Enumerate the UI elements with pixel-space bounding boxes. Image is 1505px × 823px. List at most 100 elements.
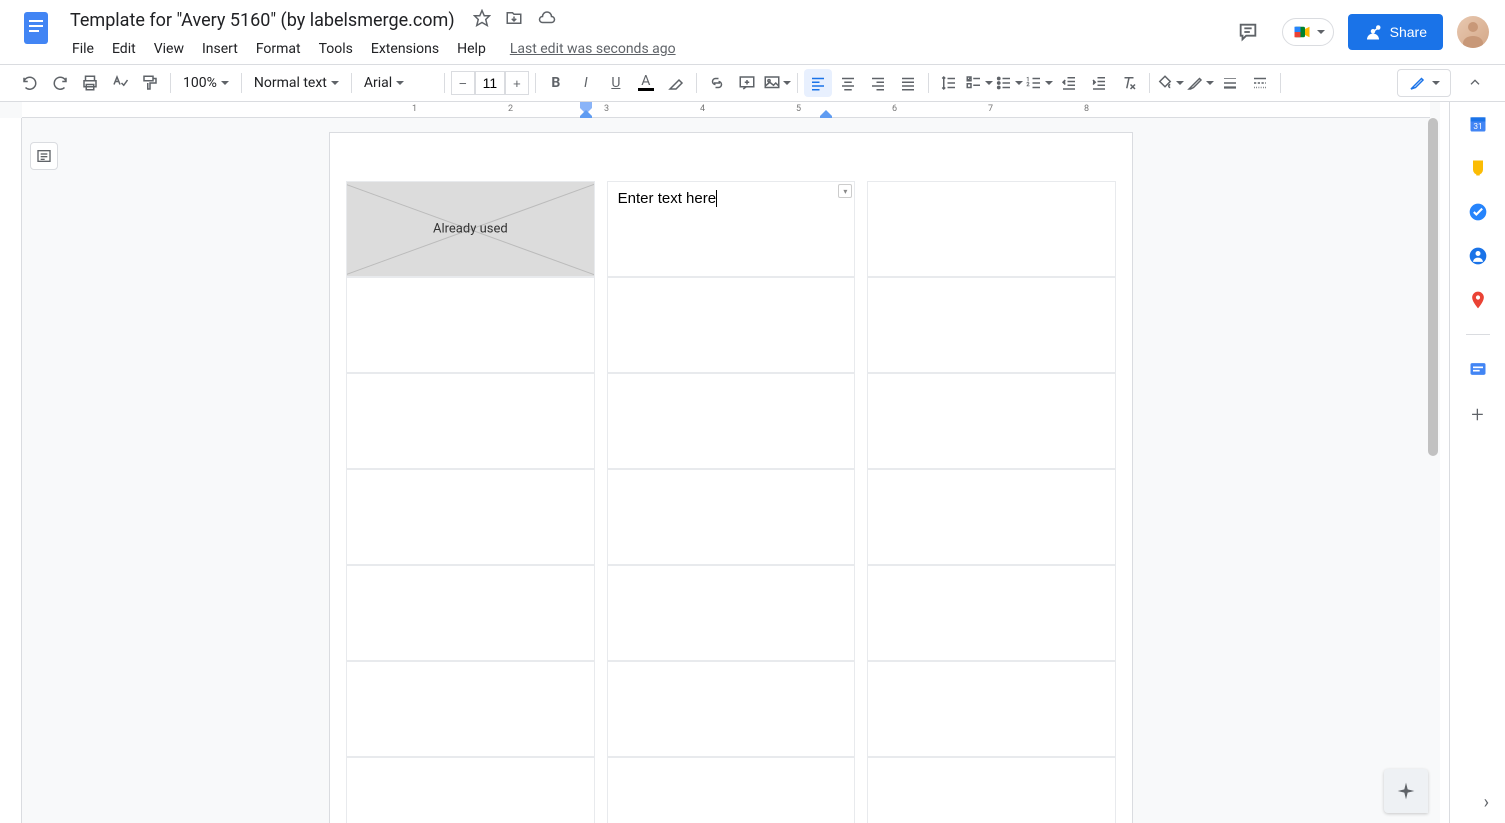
menu-file[interactable]: File xyxy=(64,37,102,61)
fontsize-increase[interactable]: + xyxy=(505,71,529,95)
menu-view[interactable]: View xyxy=(146,37,192,61)
line-spacing-button[interactable] xyxy=(935,69,963,97)
print-button[interactable] xyxy=(76,69,104,97)
vertical-ruler[interactable] xyxy=(0,118,22,823)
border-dash-button[interactable] xyxy=(1246,69,1274,97)
indent-button[interactable] xyxy=(1085,69,1113,97)
label-cell[interactable] xyxy=(346,277,595,373)
chevron-down-icon xyxy=(1432,81,1440,85)
checklist-button[interactable] xyxy=(965,69,993,97)
explore-button[interactable] xyxy=(1384,769,1428,813)
svg-text:2: 2 xyxy=(1026,82,1029,88)
addon-icon[interactable] xyxy=(1468,359,1488,379)
tasks-icon[interactable] xyxy=(1468,202,1488,222)
label-cell[interactable] xyxy=(607,469,856,565)
zoom-select[interactable]: 100% xyxy=(177,69,235,97)
border-color-button[interactable] xyxy=(1186,69,1214,97)
cell-options-button[interactable]: ▾ xyxy=(838,184,852,198)
undo-button[interactable] xyxy=(16,69,44,97)
label-cell[interactable] xyxy=(867,757,1116,823)
underline-button[interactable]: U xyxy=(602,69,630,97)
label-cell[interactable] xyxy=(867,469,1116,565)
chevron-down-icon xyxy=(985,81,993,85)
chevron-down-icon xyxy=(1176,81,1184,85)
document-page[interactable]: Already used Enter text here ▾ xyxy=(329,132,1133,823)
italic-button[interactable]: I xyxy=(572,69,600,97)
label-cell-used[interactable]: Already used xyxy=(346,181,595,277)
label-cell[interactable] xyxy=(867,565,1116,661)
horizontal-ruler[interactable]: 1 2 3 4 5 6 7 8 xyxy=(22,102,1430,118)
menu-extensions[interactable]: Extensions xyxy=(363,37,447,61)
account-avatar[interactable] xyxy=(1457,16,1489,48)
contacts-icon[interactable] xyxy=(1468,246,1488,266)
doc-title[interactable]: Template for "Avery 5160" (by labelsmerg… xyxy=(64,8,461,33)
label-cell[interactable] xyxy=(607,661,856,757)
chevron-down-icon xyxy=(331,81,339,85)
menu-help[interactable]: Help xyxy=(449,37,494,61)
align-right-button[interactable] xyxy=(864,69,892,97)
label-cell[interactable] xyxy=(346,757,595,823)
editing-mode-button[interactable] xyxy=(1397,69,1451,97)
text-color-button[interactable]: A xyxy=(632,69,660,97)
label-cell[interactable] xyxy=(346,469,595,565)
get-addons-button[interactable]: + xyxy=(1471,403,1483,428)
fill-color-button[interactable] xyxy=(1156,69,1184,97)
keep-icon[interactable] xyxy=(1468,158,1488,178)
align-center-button[interactable] xyxy=(834,69,862,97)
bullet-list-button[interactable] xyxy=(995,69,1023,97)
side-panel: 31 + › xyxy=(1449,102,1505,823)
spellcheck-button[interactable] xyxy=(106,69,134,97)
share-button[interactable]: Share xyxy=(1348,14,1443,50)
image-button[interactable] xyxy=(763,69,791,97)
outdent-button[interactable] xyxy=(1055,69,1083,97)
hide-toolbar-button[interactable] xyxy=(1461,69,1489,97)
align-left-button[interactable] xyxy=(804,69,832,97)
numbered-list-button[interactable]: 12 xyxy=(1025,69,1053,97)
label-cell[interactable] xyxy=(346,373,595,469)
star-icon[interactable] xyxy=(473,9,491,31)
label-cell[interactable] xyxy=(867,661,1116,757)
fontsize-decrease[interactable]: − xyxy=(451,71,475,95)
label-cell[interactable] xyxy=(867,373,1116,469)
label-cell[interactable] xyxy=(607,565,856,661)
move-icon[interactable] xyxy=(505,9,523,31)
scrollbar-thumb[interactable] xyxy=(1428,118,1438,456)
link-button[interactable] xyxy=(703,69,731,97)
menu-edit[interactable]: Edit xyxy=(104,37,144,61)
comments-icon[interactable] xyxy=(1228,12,1268,52)
last-edit-link[interactable]: Last edit was seconds ago xyxy=(510,41,676,57)
highlight-button[interactable] xyxy=(662,69,690,97)
comment-add-button[interactable] xyxy=(733,69,761,97)
collapse-sidepanel-button[interactable]: › xyxy=(1484,792,1489,813)
chevron-down-icon xyxy=(221,81,229,85)
separator xyxy=(1466,334,1490,335)
label-cell[interactable] xyxy=(346,661,595,757)
label-cell[interactable] xyxy=(867,181,1116,277)
label-cell[interactable] xyxy=(346,565,595,661)
paint-format-button[interactable] xyxy=(136,69,164,97)
menu-format[interactable]: Format xyxy=(248,37,309,61)
style-select[interactable]: Normal text xyxy=(248,69,345,97)
align-justify-button[interactable] xyxy=(894,69,922,97)
vertical-scrollbar[interactable] xyxy=(1426,118,1440,823)
outline-toggle[interactable] xyxy=(30,142,58,170)
fontsize-input[interactable] xyxy=(475,71,505,95)
maps-icon[interactable] xyxy=(1468,290,1488,310)
redo-button[interactable] xyxy=(46,69,74,97)
bold-button[interactable]: B xyxy=(542,69,570,97)
cloud-icon[interactable] xyxy=(537,9,557,31)
label-cell[interactable] xyxy=(867,277,1116,373)
docs-logo[interactable] xyxy=(16,8,56,48)
label-cell[interactable] xyxy=(607,277,856,373)
menu-tools[interactable]: Tools xyxy=(311,37,361,61)
clear-format-button[interactable] xyxy=(1115,69,1143,97)
label-cell[interactable] xyxy=(607,373,856,469)
meet-button[interactable] xyxy=(1282,18,1334,46)
chevron-down-icon xyxy=(396,81,404,85)
font-select[interactable]: Arial xyxy=(358,69,438,97)
menu-insert[interactable]: Insert xyxy=(194,37,246,61)
border-width-button[interactable] xyxy=(1216,69,1244,97)
label-cell-active[interactable]: Enter text here ▾ xyxy=(607,181,856,277)
calendar-icon[interactable]: 31 xyxy=(1468,114,1488,134)
label-cell[interactable] xyxy=(607,757,856,823)
